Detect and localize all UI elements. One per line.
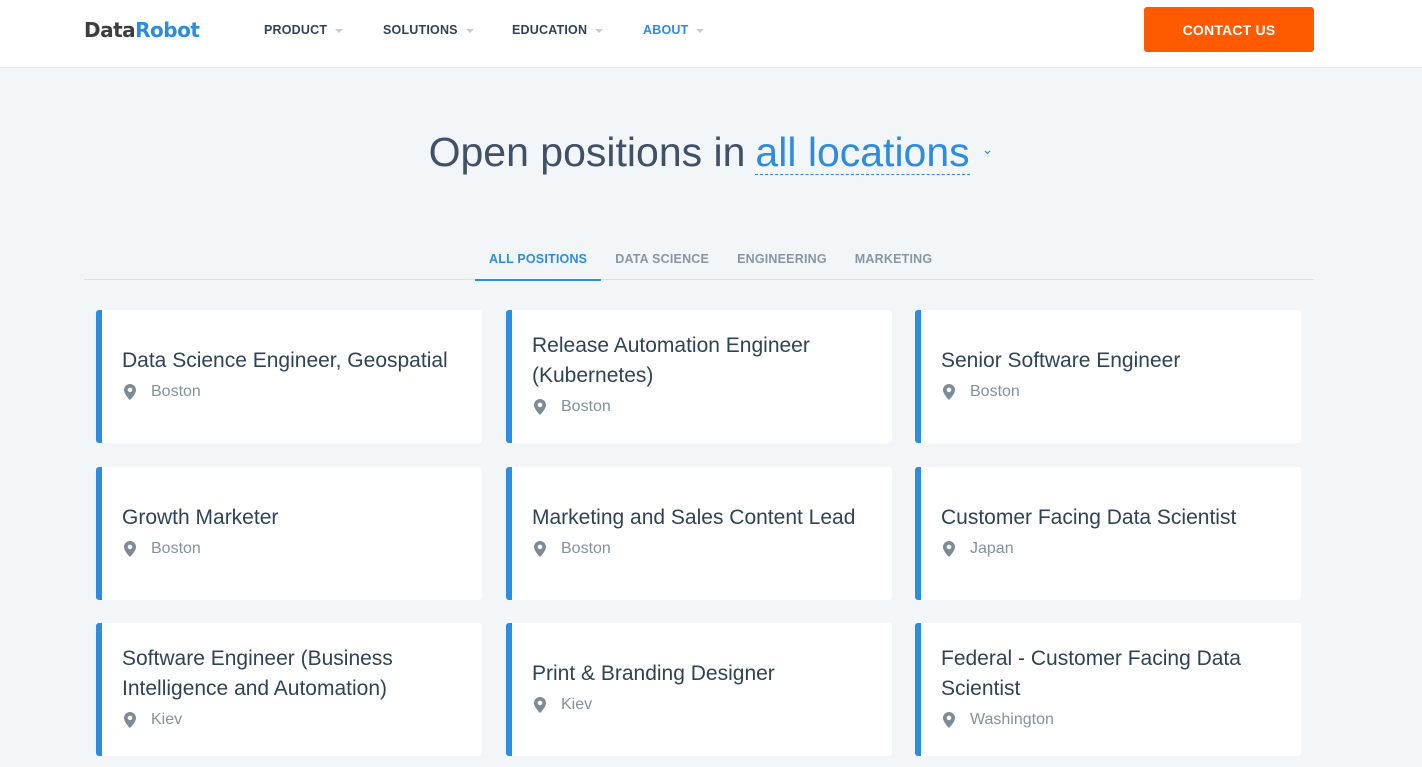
- job-title: Customer Facing Data Scientist: [941, 503, 1281, 533]
- tab-all-positions[interactable]: ALL POSITIONS: [475, 238, 601, 280]
- job-card[interactable]: Federal - Customer Facing Data Scientist…: [915, 623, 1301, 756]
- job-location: Kiev: [532, 690, 872, 720]
- caret-down-icon: [595, 29, 603, 33]
- site-header: DataRobot PRODUCT SOLUTIONS EDUCATION AB…: [0, 0, 1422, 68]
- job-location-text: Boston: [561, 534, 611, 564]
- job-title: Software Engineer (Business Intelligence…: [122, 644, 462, 704]
- job-card[interactable]: Data Science Engineer, Geospatial Boston: [96, 310, 482, 443]
- job-card[interactable]: Marketing and Sales Content Lead Boston: [506, 467, 892, 600]
- job-title: Data Science Engineer, Geospatial: [122, 346, 462, 376]
- location-pin-icon: [124, 384, 136, 400]
- location-pin-icon: [943, 384, 955, 400]
- location-pin-icon: [943, 712, 955, 728]
- location-pin-icon: [124, 541, 136, 557]
- job-title: Growth Marketer: [122, 503, 462, 533]
- job-location-text: Boston: [151, 534, 201, 564]
- job-card[interactable]: Software Engineer (Business Intelligence…: [96, 623, 482, 756]
- title-prefix: Open positions in: [429, 129, 746, 175]
- nav-solutions[interactable]: SOLUTIONS: [383, 0, 474, 60]
- caret-down-icon: [335, 29, 343, 33]
- chevron-down-icon[interactable]: ⌄: [982, 123, 994, 175]
- logo-text-data: Data: [84, 18, 135, 42]
- job-location: Boston: [122, 377, 462, 407]
- job-location: Boston: [532, 392, 872, 422]
- nav-about-label: ABOUT: [643, 23, 688, 37]
- datarobot-logo[interactable]: DataRobot: [84, 17, 199, 43]
- job-location: Boston: [122, 534, 462, 564]
- caret-down-icon: [466, 29, 474, 33]
- location-pin-icon: [124, 712, 136, 728]
- job-title: Marketing and Sales Content Lead: [532, 503, 872, 533]
- nav-about[interactable]: ABOUT: [643, 0, 704, 60]
- job-card[interactable]: Senior Software Engineer Boston: [915, 310, 1301, 443]
- job-title: Federal - Customer Facing Data Scientist: [941, 644, 1281, 704]
- job-location-text: Kiev: [561, 690, 592, 720]
- tab-engineering[interactable]: ENGINEERING: [723, 238, 841, 280]
- job-title: Release Automation Engineer (Kubernetes): [532, 331, 872, 391]
- job-location-text: Boston: [970, 377, 1020, 407]
- location-pin-icon: [534, 541, 546, 557]
- nav-education[interactable]: EDUCATION: [512, 0, 603, 60]
- job-card[interactable]: Release Automation Engineer (Kubernetes)…: [506, 310, 892, 443]
- job-location: Boston: [941, 377, 1281, 407]
- nav-education-label: EDUCATION: [512, 23, 587, 37]
- tab-marketing[interactable]: MARKETING: [841, 238, 947, 280]
- nav-solutions-label: SOLUTIONS: [383, 23, 458, 37]
- tab-data-science[interactable]: DATA SCIENCE: [601, 238, 723, 280]
- job-card[interactable]: Growth Marketer Boston: [96, 467, 482, 600]
- location-selector[interactable]: all locations: [755, 130, 969, 175]
- nav-product-label: PRODUCT: [264, 23, 327, 37]
- contact-us-button[interactable]: CONTACT US: [1144, 7, 1314, 52]
- job-location: Japan: [941, 534, 1281, 564]
- location-pin-icon: [534, 697, 546, 713]
- job-location-text: Japan: [970, 534, 1014, 564]
- position-category-tabs: ALL POSITIONS DATA SCIENCE ENGINEERING M…: [84, 238, 1314, 280]
- job-location-text: Boston: [561, 392, 611, 422]
- logo-text-robot: Robot: [135, 18, 199, 42]
- job-location: Kiev: [122, 705, 462, 735]
- job-card[interactable]: Print & Branding Designer Kiev: [506, 623, 892, 756]
- job-card[interactable]: Customer Facing Data Scientist Japan: [915, 467, 1301, 600]
- job-location: Boston: [532, 534, 872, 564]
- job-title: Print & Branding Designer: [532, 659, 872, 689]
- location-pin-icon: [534, 399, 546, 415]
- caret-down-icon: [696, 29, 704, 33]
- job-title: Senior Software Engineer: [941, 346, 1281, 376]
- job-location-text: Washington: [970, 705, 1054, 735]
- job-location-text: Kiev: [151, 705, 182, 735]
- job-location: Washington: [941, 705, 1281, 735]
- location-pin-icon: [943, 541, 955, 557]
- nav-product[interactable]: PRODUCT: [264, 0, 343, 60]
- job-location-text: Boston: [151, 377, 201, 407]
- page-title: Open positions inall locations ⌄: [0, 126, 1422, 181]
